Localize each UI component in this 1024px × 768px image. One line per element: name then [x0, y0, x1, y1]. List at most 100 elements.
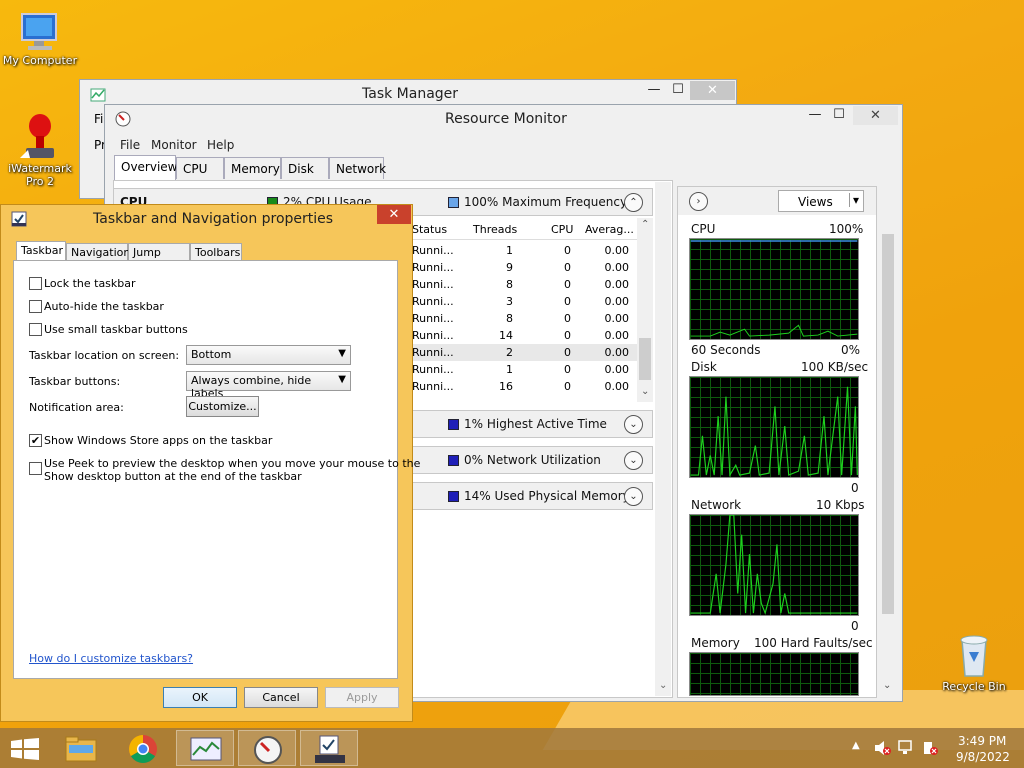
taskbar-buttons-select[interactable]: Always combine, hide labels ▼ — [186, 371, 351, 400]
taskbar-properties-dialog[interactable] — [300, 730, 358, 766]
table-cell: 8 — [506, 312, 513, 325]
frequency-text: 100% Maximum Frequency — [464, 195, 628, 209]
column-status[interactable]: Status — [412, 223, 447, 236]
tab-disk[interactable]: Disk — [281, 157, 329, 179]
memory-graph-max: 100 Hard Faults/sec — [754, 636, 873, 650]
lock-taskbar-checkbox[interactable] — [29, 277, 42, 290]
close-button[interactable]: ✕ — [690, 81, 735, 100]
network-icon[interactable] — [898, 740, 916, 756]
table-cell: 0 — [564, 295, 571, 308]
cpu-graph-time: 60 Seconds — [691, 343, 761, 357]
graph-scroll-thumb[interactable] — [882, 234, 894, 614]
table-row[interactable]: Runni... 2 0 0.00 — [409, 344, 637, 361]
windows-start-icon[interactable] — [11, 738, 39, 760]
desktop-icon-iwatermark[interactable]: iWatermark Pro 2 — [0, 112, 80, 188]
table-cell: 0.00 — [604, 363, 630, 376]
collapse-icon[interactable]: ⌃ — [624, 193, 643, 212]
close-button[interactable]: ✕ — [853, 106, 898, 125]
menu-file[interactable]: File — [120, 138, 140, 152]
folder-icon — [65, 736, 97, 762]
scroll-up-icon[interactable]: ⌃ — [641, 219, 649, 230]
column-cpu[interactable]: CPU — [551, 223, 573, 236]
store-apps-checkbox[interactable]: ✔ — [29, 434, 42, 447]
ok-button[interactable]: OK — [163, 687, 237, 708]
overview-scrollbar[interactable] — [655, 182, 671, 696]
column-average[interactable]: Averag... — [585, 223, 634, 236]
cpu-graph-max: 100% — [829, 222, 864, 236]
frequency-swatch — [448, 197, 459, 208]
scroll-down-icon[interactable]: ⌄ — [641, 386, 649, 397]
maximize-button[interactable]: ☐ — [664, 81, 692, 99]
column-threads[interactable]: Threads — [473, 223, 517, 236]
maximize-button[interactable]: ☐ — [825, 106, 853, 124]
views-button[interactable]: Views ▾ — [778, 190, 864, 212]
volume-muted-icon[interactable] — [874, 740, 892, 756]
table-row[interactable]: Runni... 3 0 0.00 — [409, 293, 637, 310]
table-row[interactable]: Runni... 14 0 0.00 — [409, 327, 637, 344]
table-cell: 2 — [506, 346, 513, 359]
window-title: Task Manager — [362, 86, 459, 102]
tab-navigation[interactable]: Navigation — [66, 243, 130, 261]
expand-icon[interactable]: ⌄ — [624, 415, 643, 434]
table-cell: 0 — [564, 312, 571, 325]
grid-scroll-thumb[interactable] — [639, 338, 651, 380]
clock-time[interactable]: 3:49 PM — [958, 734, 1006, 748]
help-link[interactable]: How do I customize taskbars? — [29, 652, 193, 665]
taskbar-resource-monitor[interactable] — [238, 730, 296, 766]
table-cell: Runni... — [412, 278, 454, 291]
resource-monitor-icon — [254, 736, 282, 764]
table-cell: 0.00 — [604, 312, 630, 325]
auto-hide-checkbox[interactable] — [29, 300, 42, 313]
tab-network[interactable]: Network — [329, 157, 386, 179]
expand-panel-icon[interactable]: › — [689, 192, 708, 211]
tab-cpu[interactable]: CPU — [176, 157, 224, 179]
table-row[interactable]: Runni... 1 0 0.00 — [409, 242, 637, 259]
table-row[interactable]: Runni... 8 0 0.00 — [409, 276, 637, 293]
location-label: Taskbar location on screen: — [29, 349, 180, 362]
tab-memory[interactable]: Memory — [224, 157, 281, 179]
network-graph-label: Network — [691, 498, 742, 512]
memory-summary: 14% Used Physical Memory — [464, 489, 630, 503]
network-graph-max: 10 Kbps — [816, 498, 865, 512]
cancel-button[interactable]: Cancel — [244, 687, 318, 708]
menu-help[interactable]: Help — [207, 138, 234, 152]
tab-taskbar[interactable]: Taskbar — [16, 241, 66, 261]
table-cell: 0 — [564, 278, 571, 291]
scroll-down-icon[interactable]: ⌄ — [883, 680, 891, 691]
menu-monitor[interactable]: Monitor — [151, 138, 197, 152]
lock-taskbar-label: Lock the taskbar — [44, 277, 136, 290]
close-button[interactable]: ✕ — [377, 205, 411, 224]
customize-button[interactable]: Customize... — [186, 396, 259, 417]
tab-overview[interactable]: Overview — [114, 155, 178, 180]
recycle-bin-icon — [960, 635, 988, 677]
action-center-icon[interactable] — [922, 740, 940, 756]
peek-label-line1: Use Peek to preview the desktop when you… — [44, 457, 421, 470]
peek-checkbox[interactable] — [29, 462, 42, 475]
small-buttons-label: Use small taskbar buttons — [44, 323, 188, 336]
clock-date[interactable]: 9/8/2022 — [956, 750, 1010, 764]
network-graph-min: 0 — [851, 619, 859, 633]
dialog-icon — [315, 735, 345, 763]
expand-icon[interactable]: ⌄ — [624, 487, 643, 506]
apply-button[interactable]: Apply — [325, 687, 399, 708]
disk-graph-max: 100 KB/sec — [801, 360, 869, 374]
taskbar-chrome[interactable] — [114, 730, 172, 766]
scroll-down-icon[interactable]: ⌄ — [659, 680, 667, 691]
show-hidden-icons-icon[interactable]: ▲ — [852, 740, 860, 751]
network-summary: 0% Network Utilization — [464, 453, 601, 467]
tab-toolbars[interactable]: Toolbars — [190, 243, 242, 261]
desktop-icon-recycle-bin[interactable]: Recycle Bin — [934, 630, 1014, 693]
notification-label: Notification area: — [29, 401, 124, 414]
small-buttons-checkbox[interactable] — [29, 323, 42, 336]
table-row[interactable]: Runni... 1 0 0.00 — [409, 361, 637, 378]
taskbar-location-select[interactable]: Bottom ▼ — [186, 345, 351, 365]
desktop-icon-my-computer[interactable]: My Computer — [0, 10, 80, 67]
taskbar-task-manager[interactable] — [176, 730, 234, 766]
expand-icon[interactable]: ⌄ — [624, 451, 643, 470]
table-row[interactable]: Runni... 9 0 0.00 — [409, 259, 637, 276]
table-row[interactable]: Runni... 8 0 0.00 — [409, 310, 637, 327]
table-cell: 0 — [564, 329, 571, 342]
table-row[interactable]: Runni... 16 0 0.00 — [409, 378, 637, 395]
taskbar-file-explorer[interactable] — [52, 730, 110, 766]
tab-jump-lists[interactable]: Jump Lists — [128, 243, 190, 272]
